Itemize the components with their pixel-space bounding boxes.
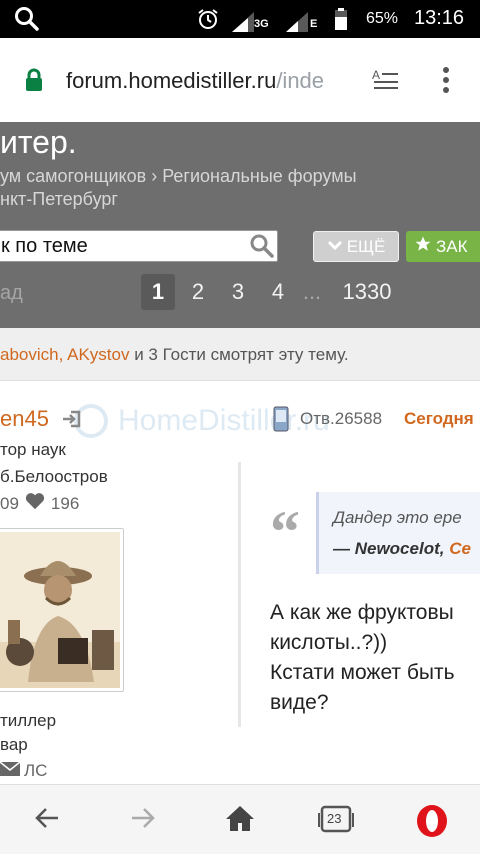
page-ellipsis: ...	[302, 279, 322, 304]
alarm-icon	[196, 7, 220, 36]
quote-text: Дандер это ере	[333, 508, 462, 527]
private-message-link[interactable]: ЛС	[0, 761, 47, 781]
chevron-down-icon	[327, 237, 343, 257]
post-author[interactable]: en45	[0, 406, 49, 432]
envelope-icon	[0, 761, 21, 781]
breadcrumb-line-2[interactable]: нкт-Петербург	[0, 189, 118, 210]
status-bar: 3G E 65% 13:16	[0, 0, 480, 38]
status-icons: 3G E	[196, 7, 348, 36]
home-icon[interactable]	[224, 803, 256, 838]
avatar[interactable]	[0, 528, 124, 692]
author-role: тиллер	[0, 711, 57, 730]
likes-count: 196	[50, 493, 80, 513]
bookmark-button[interactable]: ЗАК	[406, 231, 480, 262]
bottom-navigation: 23	[0, 784, 480, 854]
heart-icon	[25, 492, 45, 515]
author-location: б.Белоостров	[0, 467, 108, 486]
tabs-count: 23	[327, 811, 342, 826]
back-arrow-icon[interactable]	[32, 803, 62, 838]
reader-mode-icon[interactable]: A	[372, 68, 400, 97]
quote-block: Дандер это ере — Newocelot, Се	[316, 492, 480, 574]
clock: 13:16	[414, 7, 465, 29]
viewer-users[interactable]: abovich, AKystov	[0, 345, 129, 364]
page-link[interactable]: 2	[181, 274, 215, 310]
page-link[interactable]: 4	[261, 274, 295, 310]
topic-search-input[interactable]: к по теме	[0, 230, 278, 262]
page-link[interactable]: 3	[221, 274, 255, 310]
online-status-icon	[62, 409, 82, 434]
search-icon[interactable]	[249, 233, 275, 264]
signal-e-icon: E	[284, 10, 324, 34]
quote-icon: “	[270, 499, 300, 565]
breadcrumb[interactable]: ум самогонщиков › Региональные форумы	[0, 166, 357, 187]
post-number[interactable]: Отв.26588	[300, 409, 382, 429]
overflow-menu-icon[interactable]	[441, 66, 451, 99]
topic-title: итер.	[0, 124, 77, 160]
lock-icon[interactable]	[24, 68, 44, 97]
more-button[interactable]: ЕЩЁ	[313, 231, 399, 262]
forward-arrow-icon[interactable]	[128, 803, 158, 838]
battery-percent: 65%	[366, 10, 399, 27]
author-stats: 09 196	[0, 492, 79, 515]
post-count: 09	[0, 493, 19, 513]
address-bar[interactable]: forum.homedistiller.ru/inde	[66, 68, 350, 94]
post-date[interactable]: Сегодня	[404, 409, 474, 429]
author-rank: тор наук	[0, 440, 66, 459]
quote-attribution[interactable]: — Newocelot, Се	[333, 539, 471, 559]
viewers-bar: abovich, AKystov и 3 Гости смотрят эту т…	[0, 328, 480, 381]
opera-menu-icon[interactable]	[414, 803, 450, 844]
mobile-device-icon	[272, 406, 290, 437]
star-icon	[414, 235, 432, 258]
author-equipment: вар	[0, 735, 28, 754]
battery-icon	[334, 7, 348, 36]
post-body: А как же фруктовы кислоты..?)) Кстати мо…	[270, 601, 455, 714]
watermark: HomeDistiller.ru	[72, 402, 330, 440]
tabs-icon[interactable]: 23	[318, 803, 354, 840]
browser-toolbar: forum.homedistiller.ru/inde A	[0, 38, 480, 122]
search-icon[interactable]	[14, 6, 40, 37]
page-link-current[interactable]: 1	[141, 274, 175, 310]
page-link-last[interactable]: 1330	[334, 274, 400, 310]
signal-3g-icon: 3G	[230, 10, 274, 34]
svg-text:A: A	[372, 68, 380, 82]
post-divider	[238, 462, 241, 727]
prev-page-link[interactable]: ад	[0, 282, 23, 305]
